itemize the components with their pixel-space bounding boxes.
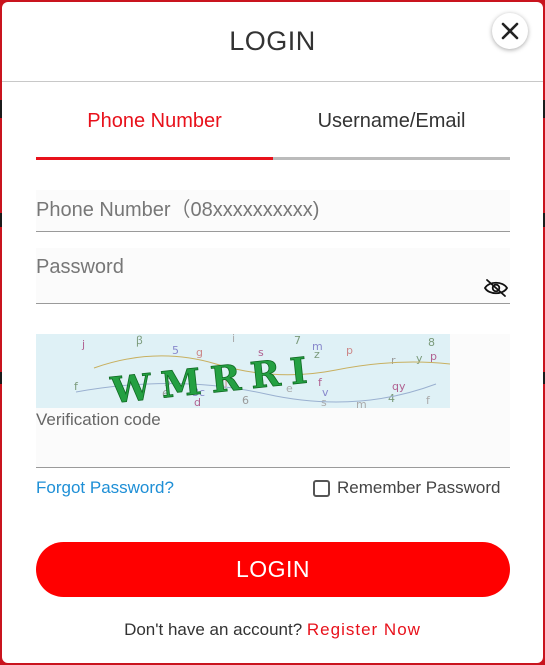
- phone-field: [36, 190, 510, 232]
- svg-text:g: g: [196, 346, 203, 359]
- svg-text:p: p: [430, 350, 437, 363]
- password-field: [36, 248, 510, 304]
- captcha-noise: j ꞵ 5 g i s 7 m p r y p 8 f 5 3c xj 6 d …: [74, 332, 451, 413]
- svg-text:qy: qy: [392, 380, 406, 393]
- captcha-field[interactable]: j ꞵ 5 g i s 7 m p r y p 8 f 5 3c xj 6 d …: [36, 332, 510, 468]
- login-method-tabs: Phone Number Username/Email: [36, 102, 510, 160]
- tab-phone-number[interactable]: Phone Number: [36, 102, 273, 160]
- captcha-image[interactable]: j ꞵ 5 g i s 7 m p r y p 8 f 5 3c xj 6 d …: [36, 332, 451, 413]
- remember-password-checkbox[interactable]: [313, 479, 330, 497]
- svg-text:5: 5: [172, 344, 179, 357]
- register-prompt: Don't have an account? Register Now: [2, 620, 543, 640]
- svg-text:4: 4: [388, 392, 395, 405]
- modal-header: LOGIN: [2, 2, 543, 82]
- register-now-link[interactable]: Register Now: [307, 620, 421, 639]
- close-button[interactable]: [492, 13, 528, 49]
- svg-text:p: p: [346, 344, 353, 357]
- register-prompt-text: Don't have an account?: [124, 620, 303, 639]
- svg-text:8: 8: [428, 336, 435, 349]
- svg-text:m: m: [356, 398, 367, 408]
- login-modal: LOGIN Phone Number Username/Email j: [2, 2, 543, 663]
- eye-slash-icon: [483, 279, 509, 297]
- svg-text:7: 7: [294, 334, 301, 347]
- svg-text:f: f: [74, 380, 79, 393]
- close-icon: [501, 22, 519, 40]
- login-button[interactable]: LOGIN: [36, 542, 510, 597]
- password-visibility-toggle[interactable]: [483, 278, 509, 303]
- verification-code-label: Verification code: [36, 410, 161, 429]
- remember-password-label: Remember Password: [337, 478, 501, 497]
- svg-text:f: f: [426, 394, 431, 407]
- modal-title: LOGIN: [229, 26, 316, 56]
- phone-input[interactable]: [36, 190, 510, 231]
- svg-text:i: i: [232, 334, 235, 345]
- svg-text:r: r: [391, 354, 396, 367]
- svg-text:y: y: [416, 352, 423, 365]
- password-input[interactable]: [36, 248, 510, 287]
- tab-username-email[interactable]: Username/Email: [273, 102, 510, 160]
- svg-text:j: j: [81, 338, 85, 351]
- forgot-password-link[interactable]: Forgot Password?: [36, 478, 174, 498]
- remember-password[interactable]: Remember Password: [313, 478, 500, 498]
- svg-text:ꞵ: ꞵ: [136, 334, 143, 347]
